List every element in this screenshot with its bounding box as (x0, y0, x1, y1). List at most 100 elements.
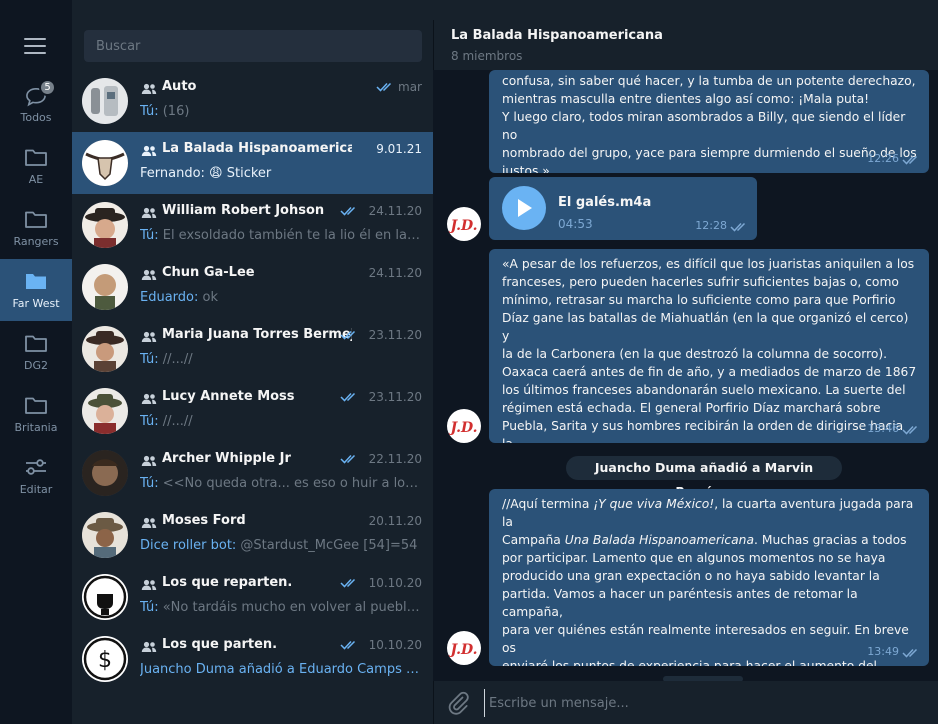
chat-name: Chun Ga-Lee (162, 265, 255, 280)
message-composer (433, 681, 938, 724)
chat-avatar (82, 326, 128, 372)
text-part: //Aquí termina (502, 497, 594, 511)
folder-label: Britania (14, 421, 58, 434)
folder-label: DG2 (24, 359, 48, 372)
chat-avatar: $ (82, 636, 128, 682)
message-time: 12:26 (867, 152, 899, 165)
sender-avatar[interactable]: J.D. (447, 631, 481, 665)
preview-text: El exsoldado también te la lio él en la … (162, 228, 422, 243)
group-icon (141, 517, 157, 528)
group-icon (141, 393, 157, 404)
chat-row[interactable]: Auto mar Tú: (16) (72, 70, 433, 132)
chat-name: La Balada Hispanoamericana (162, 141, 352, 156)
chat-row[interactable]: La Balada Hispanoamericana 9.01.21 Fernand… (72, 132, 433, 194)
preview-text: //...// (158, 352, 193, 367)
chat-date: 23.11.20 (368, 328, 422, 342)
preview-sender: Tú: (140, 476, 159, 491)
chat-avatar (82, 264, 128, 310)
message-bubble[interactable]: //Aquí termina ¡Y que viva México!, la c… (489, 489, 929, 666)
chat-row[interactable]: $ Los que parten. 10.10.20 Juancho Duma aña… (72, 628, 433, 690)
audio-message[interactable]: El galés.m4a 04:53 12:28 (489, 177, 757, 240)
chat-date: 9.01.21 (376, 142, 422, 156)
preview-text: Juancho Duma añadió a Eduardo Camps y Ma… (140, 662, 422, 677)
chat-preview: Tú: (16) (140, 104, 422, 119)
preview-sender: Tú: (140, 600, 159, 615)
group-icon (141, 145, 157, 156)
member-count: 8 miembros (451, 49, 523, 63)
chat-row[interactable]: William Robert Johson 24.11.20 Tú: El exso… (72, 194, 433, 256)
chat-date: 10.10.20 (368, 576, 422, 590)
preview-text: //...// (158, 414, 193, 429)
double-check-icon (340, 640, 356, 650)
folder-ae[interactable]: AE (0, 135, 72, 197)
chat-date: 22.11.20 (368, 452, 422, 466)
play-button[interactable] (502, 186, 546, 230)
message-text: «A pesar de los refuerzos, es difícil qu… (502, 257, 917, 443)
folder-rangers[interactable]: Rangers (0, 197, 72, 259)
audio-duration: 04:53 (558, 217, 593, 231)
hamburger-icon[interactable] (24, 38, 46, 54)
preview-text: (16) (158, 104, 190, 119)
chat-row[interactable]: Chun Ga-Lee 24.11.20 Eduardo: ok (72, 256, 433, 318)
search-input[interactable] (84, 30, 422, 62)
folder-icon (25, 149, 47, 166)
chat-name: Maria Juana Torres Bermejo (162, 327, 352, 342)
chat-avatar (82, 574, 128, 620)
folder-label: Todos (20, 111, 52, 124)
chat-row[interactable]: Lucy Annete Moss 23.11.20 Tú: //...// (72, 380, 433, 442)
folder-label: Editar (19, 483, 53, 496)
sender-avatar[interactable]: J.D. (447, 409, 481, 443)
chat-row[interactable]: Maria Juana Torres Bermejo 23.11.20 Tú: //… (72, 318, 433, 380)
message-input[interactable] (484, 689, 924, 717)
folder-rail: 5 Todos AE Rangers Far West DG2 Britania… (0, 0, 72, 724)
chat-list-panel: Auto mar Tú: (16) La Balada Hispanoamerican… (72, 20, 433, 724)
chat-date: 24.11.20 (368, 204, 422, 218)
folder-todos[interactable]: 5 Todos (0, 73, 72, 135)
message-bubble[interactable]: confusa, sin saber qué hacer, y la tumba… (489, 70, 929, 173)
chat-avatar (82, 388, 128, 434)
folder-label: Far West (12, 297, 60, 310)
preview-text: 😩 Sticker (204, 166, 272, 181)
chat-header[interactable]: La Balada Hispanoamericana 8 miembros (433, 20, 938, 70)
preview-sender: Tú: (140, 228, 159, 243)
chat-row[interactable]: Moses Ford 20.11.20 Dice roller bot: @Star… (72, 504, 433, 566)
play-icon (518, 199, 532, 217)
folder-icon (25, 335, 47, 352)
message-bubble[interactable]: «A pesar de los refuerzos, es difícil qu… (489, 249, 929, 443)
chat-name: Los que parten. (162, 637, 278, 652)
double-check-icon (902, 155, 918, 165)
chat-name: William Robert Johson (162, 203, 325, 218)
folder-dg2[interactable]: DG2 (0, 321, 72, 383)
paperclip-icon[interactable] (446, 691, 470, 715)
sliders-icon (26, 459, 46, 475)
folder-icon (26, 274, 46, 289)
chat-name: Lucy Annete Moss (162, 389, 295, 404)
sender-avatar[interactable]: J.D. (447, 207, 481, 241)
group-icon (141, 207, 157, 218)
chat-avatar (82, 78, 128, 124)
italic-campaign: Una Balada Hispanoamericana (564, 533, 755, 547)
folder-britania[interactable]: Britania (0, 383, 72, 445)
message-time: 12:28 (695, 219, 727, 232)
audio-file-name: El galés.m4a (558, 195, 652, 210)
preview-sender: Eduardo: (140, 290, 199, 305)
chat-panel: La Balada Hispanoamericana 8 miembros co… (433, 20, 938, 724)
folder-editar[interactable]: Editar (0, 445, 72, 507)
double-check-icon (902, 425, 918, 435)
group-icon (141, 269, 157, 280)
double-check-icon (340, 206, 356, 216)
chat-avatar (82, 140, 128, 186)
message-time: 13:49 (867, 645, 899, 658)
chat-row[interactable]: Archer Whipple Jr 22.11.20 Tú: <<No queda … (72, 442, 433, 504)
message-time: 13:46 (867, 422, 899, 435)
group-icon (141, 331, 157, 342)
italic-title: ¡Y que viva México! (593, 497, 715, 511)
double-check-icon (340, 578, 356, 588)
chat-name: Archer Whipple Jr (162, 451, 291, 466)
chat-preview: Juancho Duma añadió a Eduardo Camps y Ma… (140, 662, 422, 677)
chat-preview: Fernando: 😩 Sticker (140, 166, 422, 181)
folder-far-west[interactable]: Far West (0, 259, 72, 321)
chat-row[interactable]: Los que reparten. 10.10.20 Tú: «No tardáis… (72, 566, 433, 628)
chat-preview: Tú: El exsoldado también te la lio él en… (140, 228, 422, 243)
chat-date: 10.10.20 (368, 638, 422, 652)
